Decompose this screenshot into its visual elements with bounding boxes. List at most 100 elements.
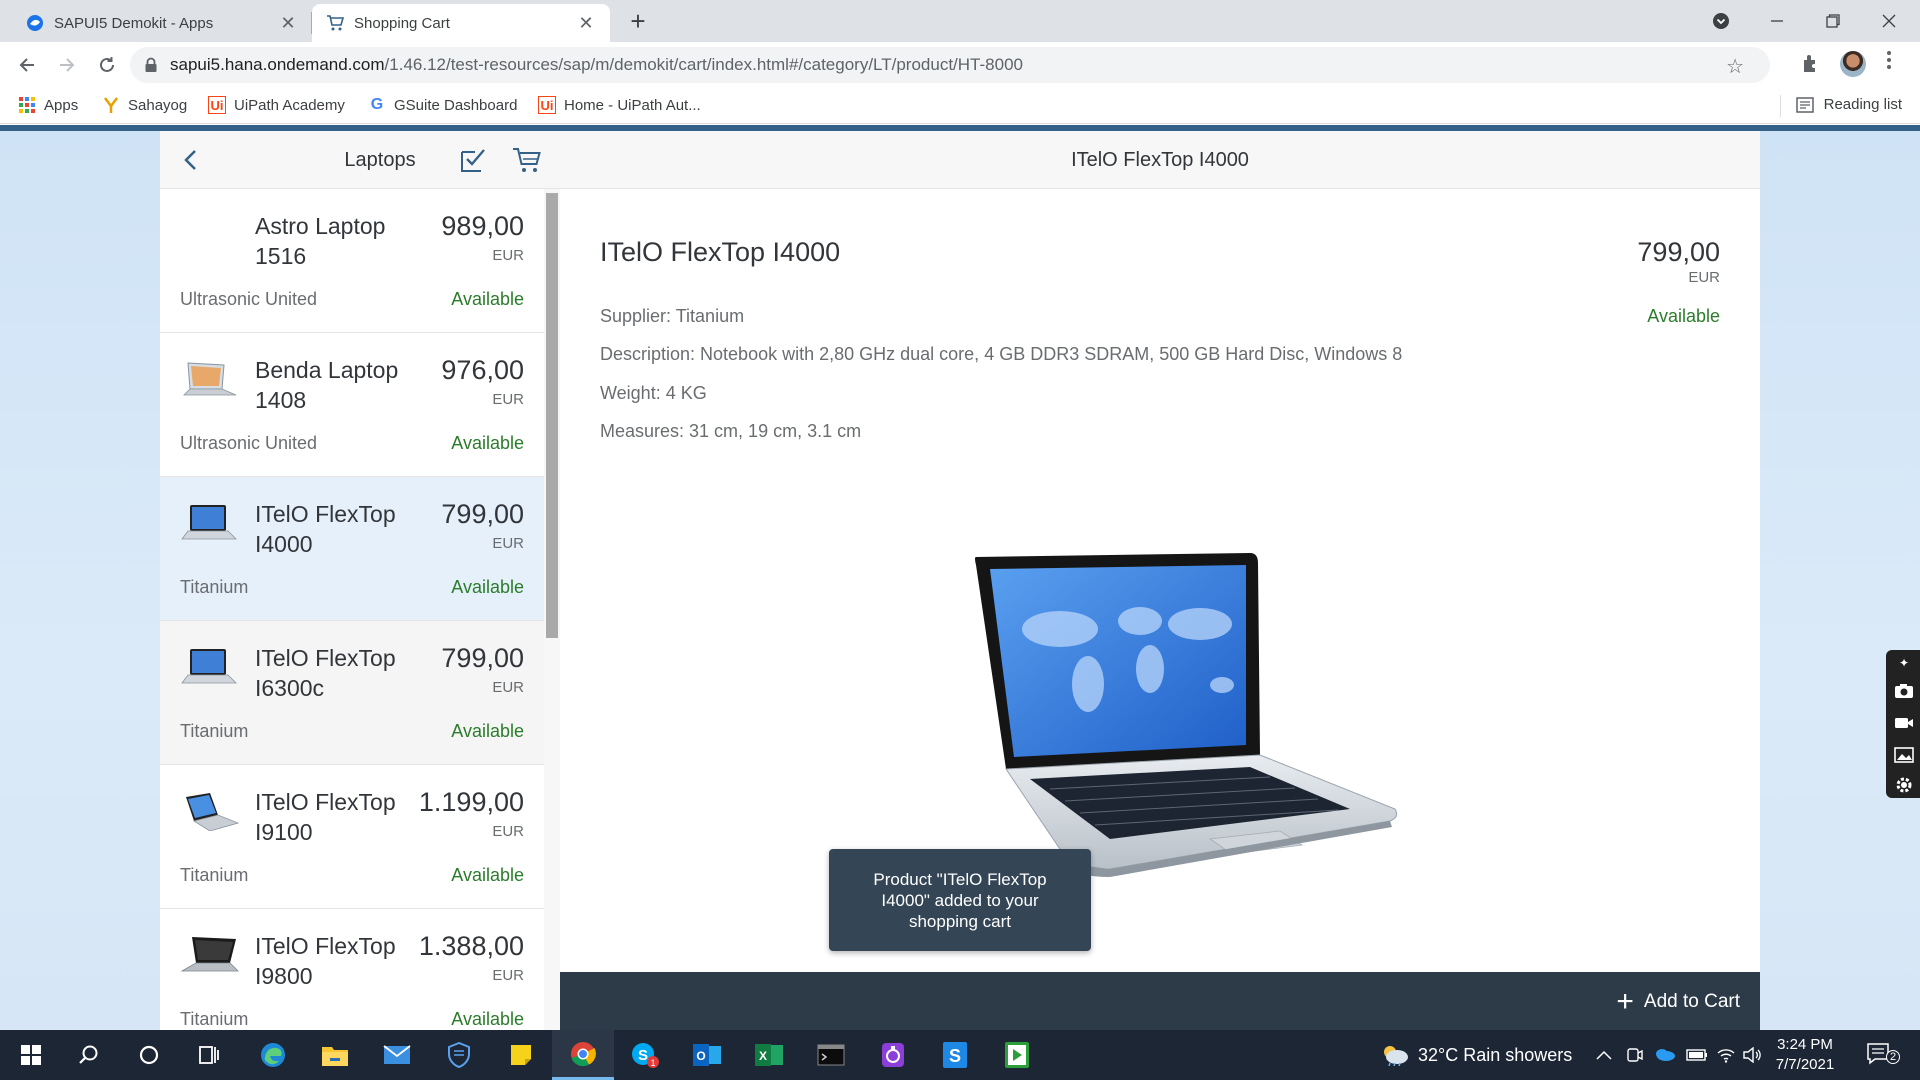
task-view-icon — [199, 1046, 219, 1064]
list-item-itelo-flextop-i9800[interactable]: ITelO FlexTop I9800 1.388,00 EUR Titaniu… — [160, 909, 544, 1030]
uipath-studio-taskbar-button[interactable]: S — [924, 1030, 986, 1080]
tab-search-icon[interactable] — [1698, 4, 1744, 38]
battery-icon[interactable] — [1686, 1030, 1708, 1080]
bookmark-apps[interactable]: Apps — [18, 96, 78, 114]
back-button[interactable] — [12, 50, 42, 80]
weather-text: 32°C Rain showers — [1418, 1044, 1573, 1065]
forward-button[interactable] — [52, 50, 82, 80]
outlook-taskbar-button[interactable]: O — [676, 1030, 738, 1080]
bookmark-gsuite-dashboard[interactable]: G GSuite Dashboard — [368, 96, 518, 114]
attribute-description: Description: Notebook with 2,80 GHz dual… — [600, 344, 1403, 364]
product-supplier: Titanium — [180, 865, 249, 885]
reading-list-button[interactable]: Reading list — [1795, 96, 1902, 113]
bookmark-home-uipath[interactable]: Ui Home - UiPath Aut... — [538, 96, 701, 114]
attribute-supplier: Supplier: Titanium — [600, 306, 745, 326]
notification-center-button[interactable]: 2 — [1866, 1030, 1900, 1080]
minimize-button[interactable] — [1754, 4, 1800, 38]
onedrive-icon[interactable] — [1654, 1030, 1676, 1080]
terminal-icon — [817, 1044, 845, 1066]
list-item-itelo-flextop-i4000[interactable]: ITelO FlexTop I4000 799,00 EUR Titanium … — [160, 477, 544, 621]
shopping-cart-button[interactable] — [512, 145, 542, 175]
tab-shopping-cart[interactable]: Shopping Cart ✕ — [312, 4, 610, 42]
task-view-button[interactable] — [178, 1030, 240, 1080]
product-status: Available — [451, 1009, 524, 1029]
uipath-icon: Ui — [538, 96, 556, 114]
laptop-thumbnail-icon — [180, 937, 239, 972]
close-window-button[interactable] — [1866, 4, 1912, 38]
list-item-itelo-flextop-i9100[interactable]: ITelO FlexTop I9100 1.199,00 EUR Titaniu… — [160, 765, 544, 909]
tab-sapui5-demokit[interactable]: SAPUI5 Demokit - Apps ✕ — [12, 4, 312, 42]
cortana-circle-icon — [139, 1045, 159, 1065]
product-price: 1.388,00 — [418, 931, 524, 961]
meet-now-icon[interactable] — [1626, 1030, 1644, 1080]
close-tab-icon[interactable]: ✕ — [576, 13, 596, 34]
bookmark-sahayog[interactable]: Sahayog — [102, 96, 187, 114]
mail-taskbar-button[interactable] — [366, 1030, 428, 1080]
uipath-player-taskbar-button[interactable] — [986, 1030, 1048, 1080]
extensions-puzzle-icon[interactable] — [1800, 52, 1824, 76]
start-button[interactable] — [0, 1030, 62, 1080]
list-item-itelo-flextop-i6300c[interactable]: ITelO FlexTop I6300c 799,00 EUR Titanium… — [160, 621, 544, 765]
reload-button[interactable] — [92, 50, 122, 80]
address-bar[interactable]: sapui5.hana.ondemand.com/1.46.12/test-re… — [130, 47, 1770, 83]
restore-button[interactable] — [1810, 4, 1856, 38]
multi-select-button[interactable] — [458, 145, 488, 175]
file-explorer-taskbar-button[interactable] — [304, 1030, 366, 1080]
checklist-icon — [461, 149, 485, 172]
lock-icon[interactable] — [144, 57, 158, 73]
sahayog-icon — [102, 96, 120, 114]
notification-count-badge: 2 — [1886, 1050, 1900, 1064]
profile-avatar[interactable] — [1840, 51, 1866, 77]
url-host: sapui5.hana.ondemand.com — [170, 55, 385, 74]
detail-page: ITelO FlexTop I4000 ITelO FlexTop I4000 … — [560, 131, 1760, 1030]
weather-widget[interactable]: 32°C Rain showers — [1380, 1030, 1572, 1080]
skype-taskbar-button[interactable]: S1 — [614, 1030, 676, 1080]
master-header: Laptops — [160, 131, 560, 189]
product-currency: EUR — [492, 967, 524, 984]
volume-icon[interactable] — [1742, 1030, 1762, 1080]
more-options-icon[interactable] — [1886, 50, 1896, 76]
search-button[interactable] — [58, 1030, 120, 1080]
bookmark-uipath-academy[interactable]: Ui UiPath Academy — [208, 96, 345, 114]
uipath-icon: Ui — [208, 96, 226, 114]
clock-time: 3:24 PM — [1777, 1036, 1833, 1053]
settings-gear-icon[interactable] — [1893, 774, 1915, 796]
terminal-taskbar-button[interactable] — [800, 1030, 862, 1080]
uipath-assistant-taskbar-button[interactable] — [862, 1030, 924, 1080]
sticky-notes-taskbar-button[interactable] — [490, 1030, 552, 1080]
new-tab-button[interactable]: + — [624, 8, 652, 36]
show-hidden-icons[interactable] — [1596, 1030, 1612, 1080]
edge-taskbar-button[interactable] — [242, 1030, 304, 1080]
product-name: ITelO FlexTop I6300c — [255, 645, 396, 701]
excel-taskbar-button[interactable]: X — [738, 1030, 800, 1080]
product-supplier: Ultrasonic United — [180, 289, 318, 309]
camera-icon[interactable] — [1893, 680, 1915, 702]
laptop-thumbnail-icon — [183, 362, 237, 396]
object-price: 799,00 — [1637, 237, 1720, 267]
cortana-button[interactable] — [118, 1030, 180, 1080]
clock-date: 7/7/2021 — [1775, 1056, 1835, 1073]
nav-back-button[interactable] — [176, 145, 206, 175]
chevron-up-icon — [1596, 1050, 1612, 1060]
video-camera-icon[interactable] — [1893, 712, 1915, 734]
gallery-icon[interactable] — [1893, 744, 1915, 766]
wifi-icon[interactable] — [1716, 1030, 1736, 1080]
detail-header: ITelO FlexTop I4000 — [560, 131, 1760, 189]
add-to-cart-button[interactable]: + Add to Cart — [1616, 986, 1740, 1018]
bookmark-label: UiPath Academy — [234, 96, 345, 114]
product-name: Astro Laptop 1516 — [255, 213, 386, 269]
svg-text:S: S — [949, 1046, 961, 1066]
list-item-astro-laptop[interactable]: Astro Laptop 1516 989,00 EUR Ultrasonic … — [160, 189, 544, 333]
player-icon — [1005, 1042, 1029, 1068]
list-scrollbar-thumb[interactable] — [546, 193, 558, 638]
product-price: 799,00 — [441, 499, 524, 529]
master-title: Laptops — [344, 149, 416, 171]
pin-icon[interactable]: ✦ — [1893, 652, 1915, 674]
chrome-taskbar-button[interactable] — [552, 1030, 614, 1080]
bookmark-star-icon[interactable]: ☆ — [1726, 54, 1744, 79]
defender-taskbar-button[interactable] — [428, 1030, 490, 1080]
close-tab-icon[interactable]: ✕ — [278, 13, 298, 34]
list-item-benda-laptop[interactable]: Benda Laptop 1408 976,00 EUR Ultrasonic … — [160, 333, 544, 477]
clock[interactable]: 3:24 PM 7/7/2021 — [1760, 1035, 1850, 1075]
tab-strip: SAPUI5 Demokit - Apps ✕ Shopping Cart ✕ … — [0, 0, 1920, 42]
